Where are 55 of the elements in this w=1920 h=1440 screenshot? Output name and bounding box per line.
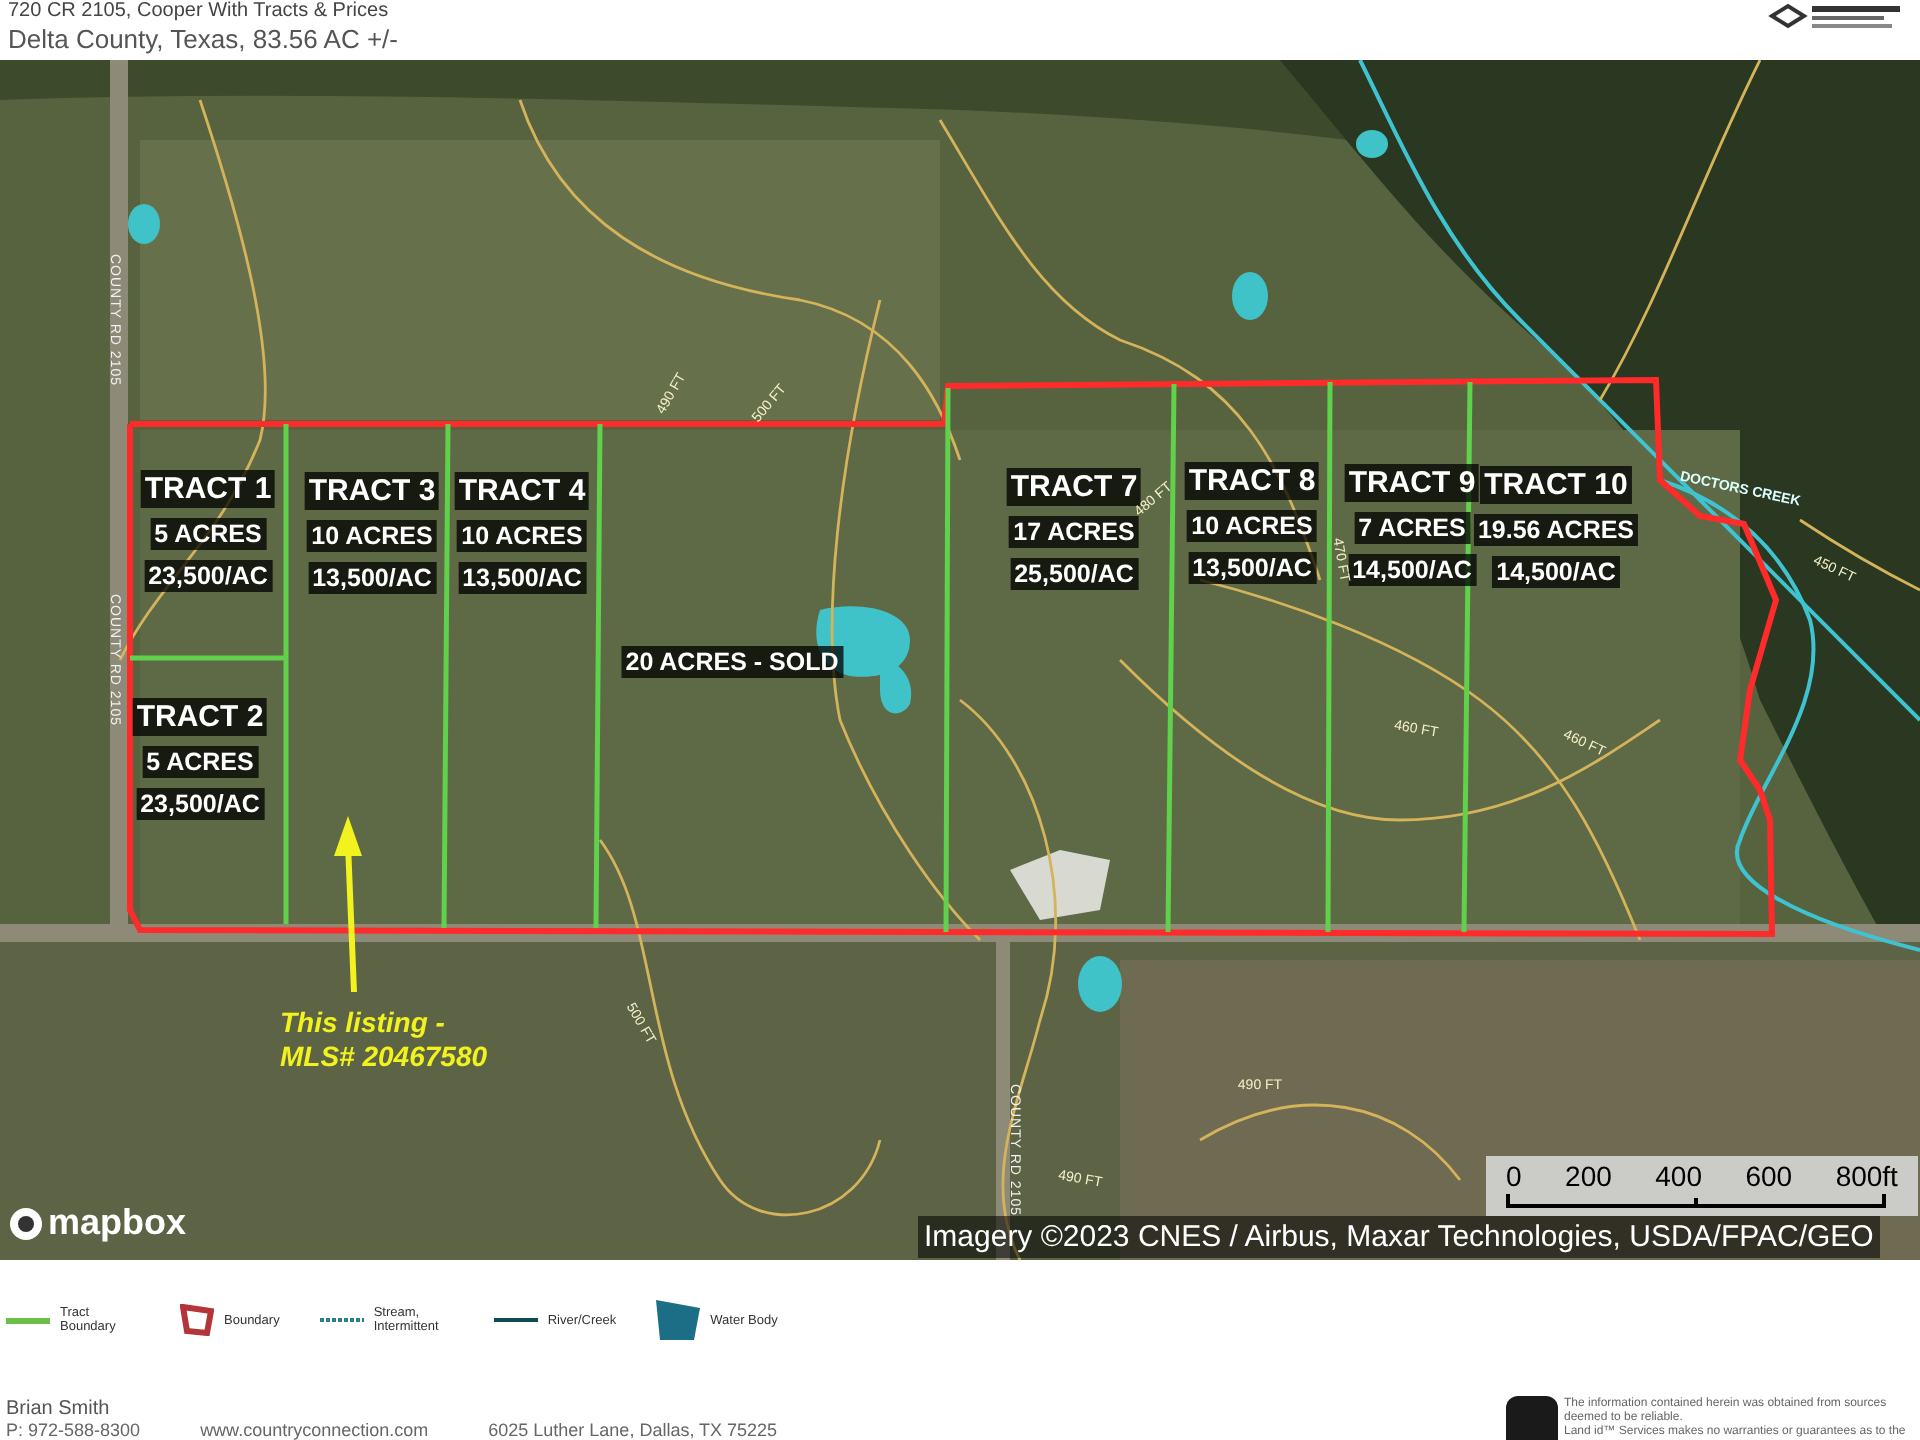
agent-name: Brian Smith — [6, 1398, 112, 1420]
tract-price: 13,500/AC — [458, 562, 586, 594]
tract-price: 23,500/AC — [136, 788, 264, 820]
listing-callout-text: This listing - — [280, 1006, 447, 1040]
polygon-outline-icon — [180, 1304, 214, 1336]
scale-label: 200 — [1565, 1160, 1612, 1192]
tract-price: 14,500/AC — [1492, 556, 1620, 588]
mapbox-logo-icon — [8, 1205, 44, 1241]
building-site — [1010, 850, 1110, 920]
thick-line-icon — [6, 1317, 50, 1323]
contour-line — [1799, 518, 1920, 592]
tract-name: TRACT 2 — [132, 698, 268, 736]
tract-name: TRACT 9 — [1344, 464, 1480, 502]
scale-label: 800ft — [1835, 1160, 1898, 1192]
tract-price: 13,500/AC — [308, 562, 436, 594]
sold-label: 20 ACRES - SOLD — [621, 646, 843, 678]
scale-label: 600 — [1745, 1160, 1793, 1192]
tract-price: 14,500/AC — [1348, 554, 1476, 586]
imagery-attribution: Imagery ©2023 CNES / Airbus, Maxar Technologies, USDA/FPAC/GEO — [918, 1216, 1880, 1258]
listing-title: 720 CR 2105, Cooper With Tracts & Prices — [8, 0, 391, 22]
scale-label: 400 — [1655, 1160, 1702, 1192]
scale-ruler-icon — [1506, 1192, 1886, 1208]
tract-acreage: 10 ACRES — [307, 520, 437, 552]
polygon-icon — [656, 1300, 701, 1340]
tract-acreage: 5 ACRES — [142, 746, 258, 778]
tract-price: 13,500/AC — [1188, 552, 1316, 584]
scale-label: 0 — [1506, 1160, 1522, 1192]
address-text: 6025 Luther Lane, Dallas, TX 75225 — [488, 1420, 778, 1440]
tract-price: 25,500/AC — [1010, 558, 1138, 590]
dashed-line-icon — [319, 1318, 364, 1322]
tract-acreage: 7 ACRES — [1354, 512, 1470, 544]
listing-callout-text: MLS# 20467580 — [280, 1040, 488, 1074]
phone-number: P: 972-588-8300 — [6, 1420, 141, 1440]
tract-name: TRACT 3 — [304, 472, 440, 510]
website-text: www.countryconnection.com — [200, 1420, 429, 1440]
pond — [1232, 272, 1268, 320]
tract-price: 23,500/AC — [144, 560, 272, 592]
tract-name: TRACT 1 — [140, 470, 276, 508]
tract-name: TRACT 7 — [1006, 468, 1142, 506]
pond — [1078, 956, 1122, 1012]
tract-acreage: 19.56 ACRES — [1473, 514, 1639, 546]
listing-subtitle: Delta County, Texas, 83.56 AC +/- — [8, 22, 398, 56]
tract-acreage: 5 ACRES — [150, 518, 266, 550]
arrow-icon — [334, 816, 362, 993]
tract-name: TRACT 8 — [1184, 462, 1320, 500]
map-logo-text: mapbox — [48, 1202, 187, 1244]
line-icon — [493, 1317, 538, 1323]
pond — [128, 204, 160, 244]
pond — [1356, 130, 1388, 158]
tract-acreage: 10 ACRES — [1187, 510, 1317, 542]
tract-name: TRACT 10 — [1480, 466, 1632, 504]
tract-acreage: 10 ACRES — [457, 520, 587, 552]
tract-acreage: 17 ACRES — [1009, 516, 1139, 548]
land-id-logo-icon — [1506, 1396, 1558, 1440]
tract-name: TRACT 4 — [454, 472, 590, 510]
